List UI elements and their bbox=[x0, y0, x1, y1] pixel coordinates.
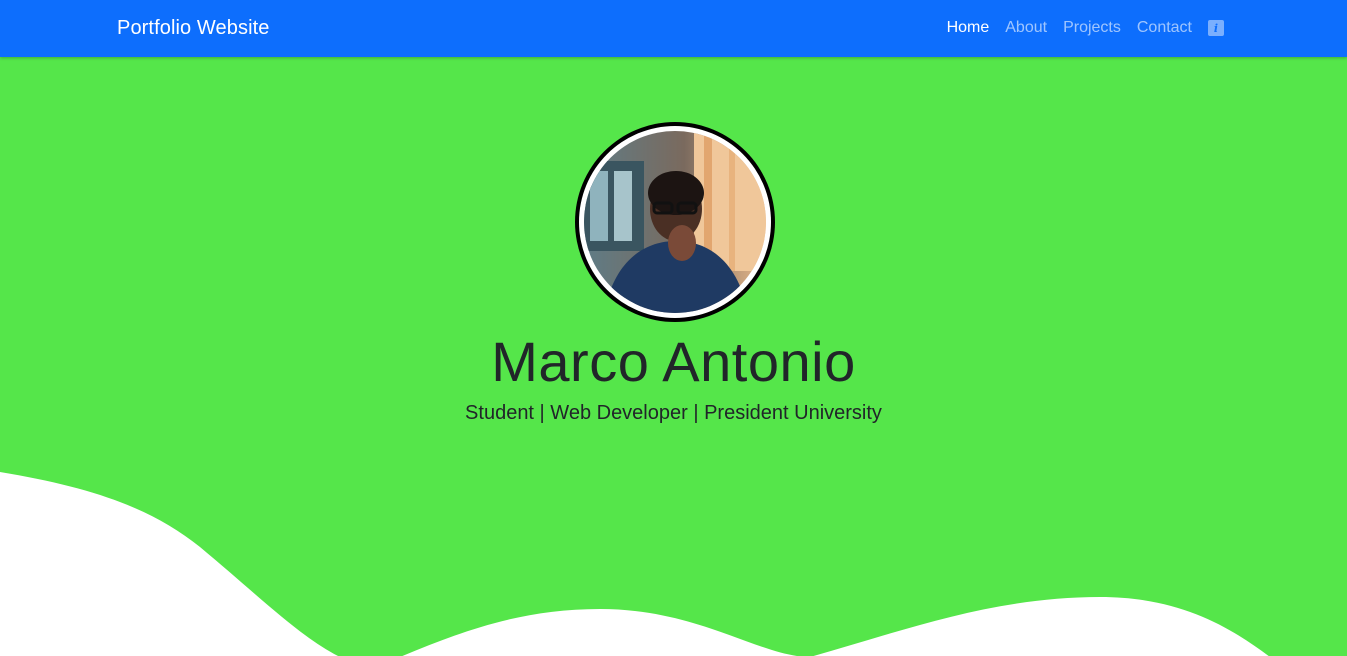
nav-link-home[interactable]: Home bbox=[947, 19, 990, 37]
profile-photo-icon bbox=[584, 131, 766, 313]
nav-link-contact[interactable]: Contact bbox=[1137, 19, 1192, 37]
avatar-frame bbox=[579, 126, 771, 318]
nav-link-about[interactable]: About bbox=[1005, 19, 1047, 37]
profile-name: Marco Antonio bbox=[491, 330, 856, 393]
nav-links: Home About Projects Contact i bbox=[947, 19, 1224, 37]
navbar: Portfolio Website Home About Projects Co… bbox=[0, 0, 1347, 57]
hero-section: Marco Antonio Student | Web Developer | … bbox=[0, 57, 1347, 656]
nav-link-projects[interactable]: Projects bbox=[1063, 19, 1121, 37]
avatar bbox=[575, 122, 775, 322]
profile-tagline: Student | Web Developer | President Univ… bbox=[465, 402, 882, 424]
info-icon[interactable]: i bbox=[1208, 20, 1224, 36]
brand-link[interactable]: Portfolio Website bbox=[117, 17, 270, 40]
